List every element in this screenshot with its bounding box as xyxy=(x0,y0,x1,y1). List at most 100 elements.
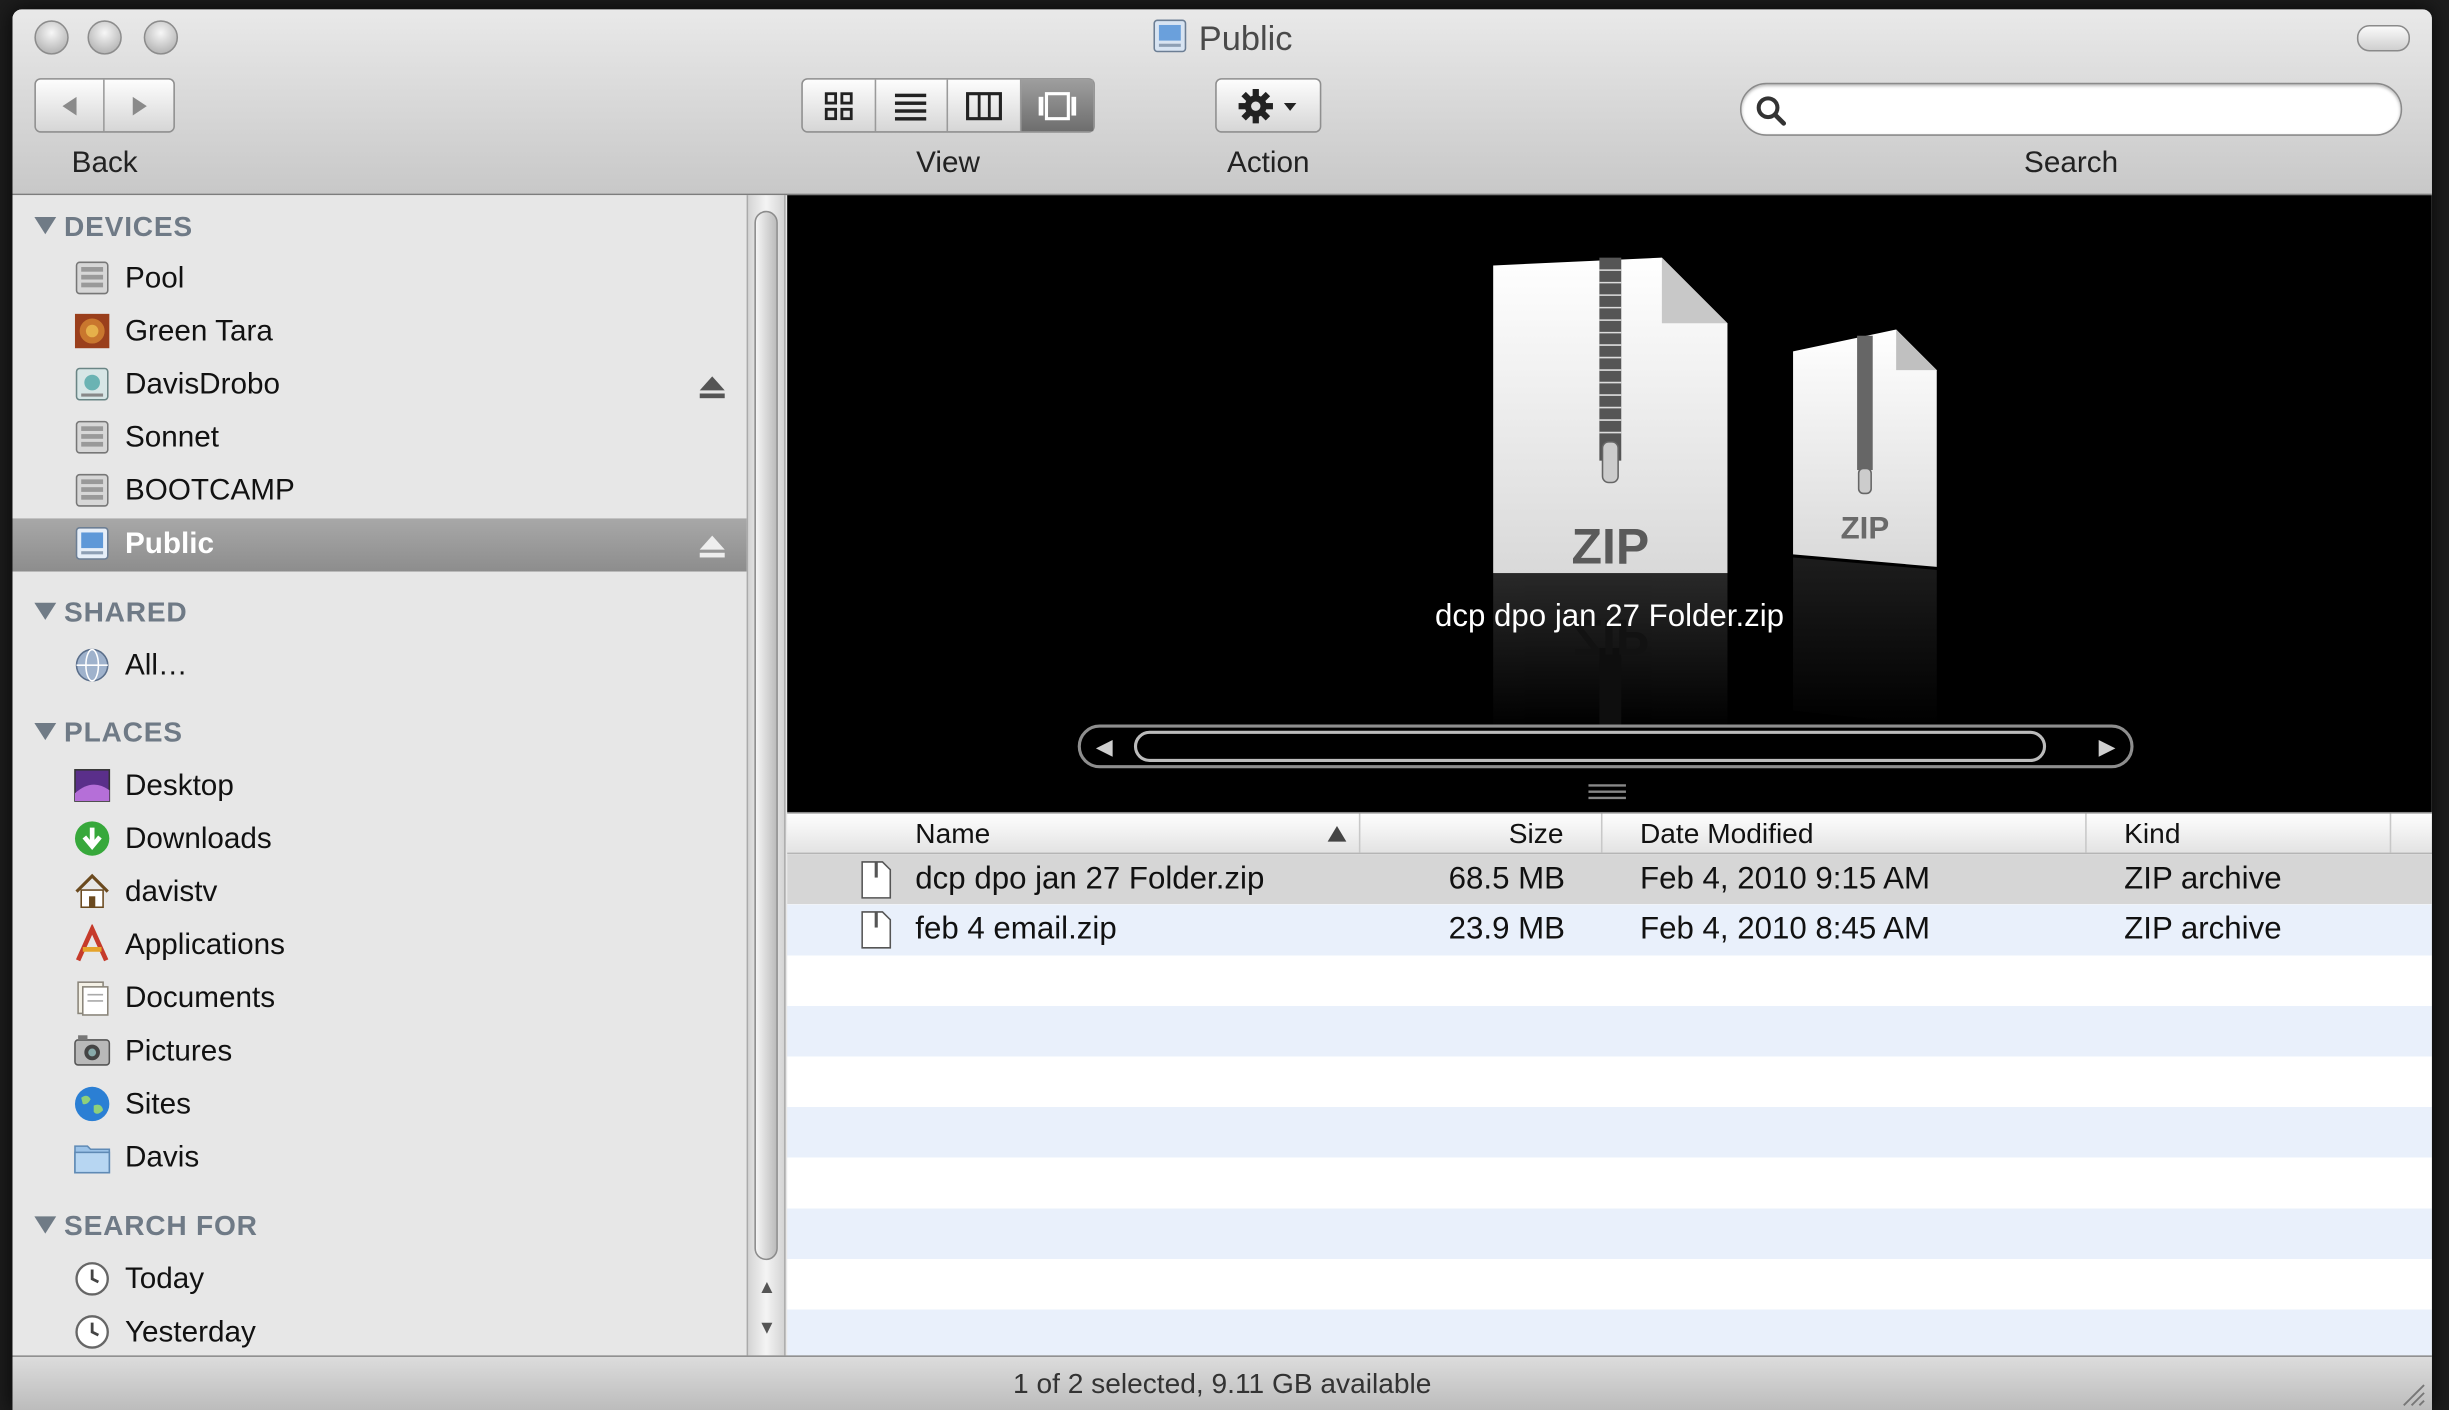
sidebar-item-davisdrobo[interactable]: DavisDrobo xyxy=(12,359,746,412)
eject-icon[interactable] xyxy=(697,532,728,560)
toolbar: Public Back View Action Search xyxy=(12,9,2432,196)
pictures-icon xyxy=(74,1035,111,1066)
column-header-label: Name xyxy=(915,818,991,850)
column-header-name[interactable]: Name xyxy=(787,813,1361,853)
file-list: dcp dpo jan 27 Folder.zip 68.5 MB Feb 4,… xyxy=(787,854,2432,1356)
sidebar-item-desktop[interactable]: Desktop xyxy=(12,760,746,813)
network-volume-icon xyxy=(75,527,109,560)
file-size: 23.9 MB xyxy=(1448,912,1566,947)
section-header-label: PLACES xyxy=(64,716,183,748)
finder-window: Public Back View Action Search DEVICES P… xyxy=(12,9,2432,1410)
sidebar-item-today[interactable]: Today xyxy=(12,1254,746,1307)
scroll-right-arrow-icon[interactable]: ▶ xyxy=(2093,732,2121,760)
sidebar: DEVICES Pool Green Tara DavisDrobo Sonne… xyxy=(12,195,747,1356)
scrollbar-thumb[interactable] xyxy=(754,210,778,1261)
zip-file-icon xyxy=(861,911,892,950)
eject-icon[interactable] xyxy=(697,373,728,401)
forward-button[interactable] xyxy=(105,80,174,132)
action-label: Action xyxy=(1227,146,1310,180)
zip-side-cover-label: ZIP xyxy=(1841,511,1890,546)
forward-arrow-icon xyxy=(132,96,147,115)
clock-icon xyxy=(75,1315,109,1349)
view-mode-control xyxy=(801,78,1095,133)
sidebar-section-devices[interactable]: DEVICES xyxy=(34,209,193,243)
search-field[interactable] xyxy=(1739,82,2403,136)
column-view-icon xyxy=(965,91,1002,120)
sidebar-item-label: Pictures xyxy=(124,1035,233,1069)
screen-stage: Public Back View Action Search DEVICES P… xyxy=(0,0,2449,1410)
sidebar-item-pool[interactable]: Pool xyxy=(12,253,746,306)
hard-drive-icon xyxy=(75,420,109,454)
action-menu-button[interactable] xyxy=(1215,78,1322,133)
status-bar: 1 of 2 selected, 9.11 GB available xyxy=(12,1355,2432,1410)
icon-view-icon xyxy=(824,91,853,120)
zip-cover-label: ZIP xyxy=(1571,519,1649,575)
sites-icon xyxy=(74,1086,110,1122)
sidebar-item-documents[interactable]: Documents xyxy=(12,973,746,1026)
file-row[interactable]: feb 4 email.zip 23.9 MB Feb 4, 2010 8:45… xyxy=(787,905,2432,956)
sidebar-item-bootcamp[interactable]: BOOTCAMP xyxy=(12,465,746,518)
back-button[interactable] xyxy=(36,79,105,132)
resize-grip-icon[interactable] xyxy=(2398,1379,2426,1407)
column-header-size[interactable]: Size xyxy=(1360,813,1603,853)
search-label: Search xyxy=(2024,146,2119,180)
sidebar-item-green-tara[interactable]: Green Tara xyxy=(12,306,746,359)
sidebar-scrollbar[interactable]: ▲ ▼ xyxy=(746,195,786,1356)
cover-flow-caption: dcp dpo jan 27 Folder.zip xyxy=(1434,599,1785,634)
hard-drive-icon xyxy=(75,473,109,507)
zip-document-side-cover[interactable]: ZIP xyxy=(1793,329,1937,567)
downloads-icon xyxy=(74,821,110,856)
sidebar-item-applications[interactable]: Applications xyxy=(12,920,746,973)
scroll-down-arrow-icon[interactable]: ▼ xyxy=(756,1316,778,1338)
icon-view-button[interactable] xyxy=(803,79,876,132)
sidebar-item-label: Desktop xyxy=(124,769,234,803)
file-date: Feb 4, 2010 8:45 AM xyxy=(1639,912,1931,947)
cover-flow-scrollbar[interactable]: ◀ ▶ xyxy=(1077,724,2134,769)
disclosure-triangle-icon xyxy=(34,602,57,620)
search-input[interactable] xyxy=(1803,90,2389,132)
clock-icon xyxy=(75,1262,109,1296)
sidebar-item-downloads[interactable]: Downloads xyxy=(12,814,746,867)
network-volume-icon xyxy=(1152,19,1186,53)
disclosure-triangle-icon xyxy=(34,722,57,741)
toolbar-toggle-button[interactable] xyxy=(2356,24,2411,52)
sidebar-section-search-for[interactable]: SEARCH FOR xyxy=(34,1209,257,1243)
cover-flow-pane[interactable]: ZIP ZIP ZIP dcp dpo jan 27 Folder.zip ◀ … xyxy=(787,195,2432,812)
sidebar-section-shared[interactable]: SHARED xyxy=(34,595,187,629)
sidebar-item-davis[interactable]: Davis xyxy=(12,1132,746,1185)
sidebar-item-label: DavisDrobo xyxy=(124,368,280,402)
sidebar-section-places[interactable]: PLACES xyxy=(34,715,182,749)
column-header-label: Size xyxy=(1508,818,1564,850)
zip-cover-reflection: ZIP xyxy=(1493,573,1728,730)
back-arrow-icon xyxy=(61,96,76,115)
zip-document-cover[interactable]: ZIP xyxy=(1493,257,1728,575)
disclosure-triangle-icon xyxy=(34,217,57,235)
sidebar-item-label: Green Tara xyxy=(124,315,273,349)
external-drive-icon xyxy=(75,367,109,401)
sidebar-item-all[interactable]: All… xyxy=(12,640,746,693)
list-view-button[interactable] xyxy=(875,79,949,132)
window-title-bar: Public xyxy=(12,16,2431,63)
sidebar-item-label: Yesterday xyxy=(124,1316,256,1350)
sidebar-item-yesterday[interactable]: Yesterday xyxy=(12,1307,746,1355)
applications-icon xyxy=(75,924,109,962)
file-date: Feb 4, 2010 9:15 AM xyxy=(1639,861,1931,897)
sidebar-item-sites[interactable]: Sites xyxy=(12,1079,746,1132)
cover-flow-view-button[interactable] xyxy=(1020,79,1094,132)
sidebar-item-public[interactable]: Public xyxy=(12,518,747,572)
sidebar-item-label: Sonnet xyxy=(124,421,220,455)
sidebar-item-sonnet[interactable]: Sonnet xyxy=(12,412,746,465)
cover-flow-artwork: ZIP ZIP ZIP xyxy=(1493,257,1937,730)
pane-resize-grip-icon[interactable] xyxy=(1587,781,1628,803)
column-header-date-modified[interactable]: Date Modified xyxy=(1603,813,2087,853)
sidebar-item-davistv[interactable]: davistv xyxy=(12,867,746,920)
sidebar-item-pictures[interactable]: Pictures xyxy=(12,1026,746,1079)
cover-flow-scroll-thumb[interactable] xyxy=(1133,730,2047,763)
column-header-kind[interactable]: Kind xyxy=(2087,813,2392,853)
scroll-up-arrow-icon[interactable]: ▲ xyxy=(756,1276,778,1298)
scroll-left-arrow-icon[interactable]: ◀ xyxy=(1090,732,1118,760)
column-header-label: Date Modified xyxy=(1639,818,1814,850)
column-view-button[interactable] xyxy=(948,79,1021,132)
file-row[interactable]: dcp dpo jan 27 Folder.zip 68.5 MB Feb 4,… xyxy=(787,854,2432,905)
chevron-down-icon xyxy=(1283,102,1297,111)
